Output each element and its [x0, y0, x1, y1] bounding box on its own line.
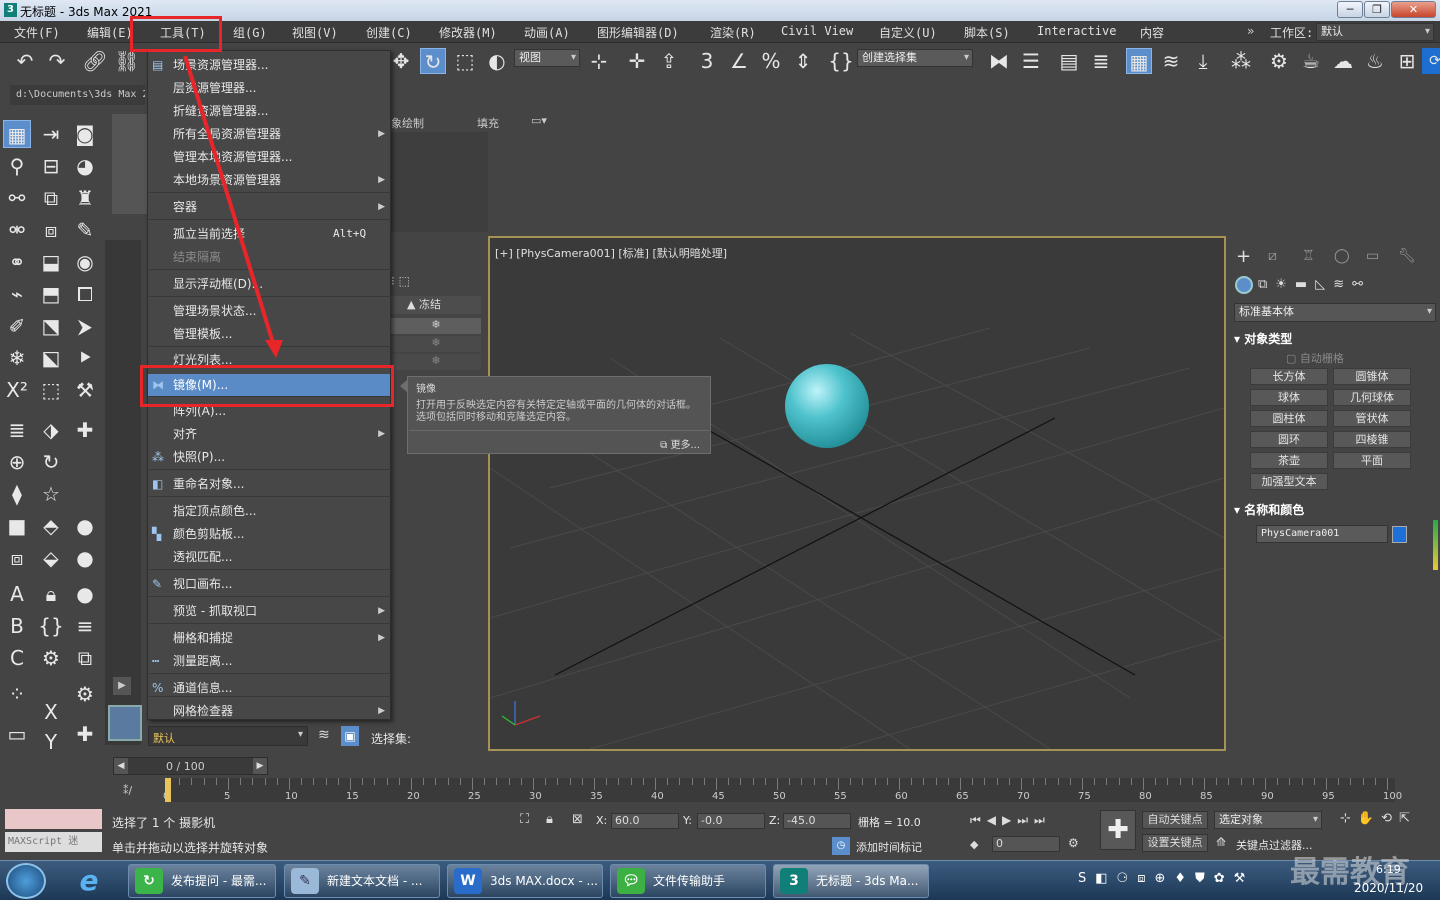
annotation-arrow: [183, 55, 283, 358]
